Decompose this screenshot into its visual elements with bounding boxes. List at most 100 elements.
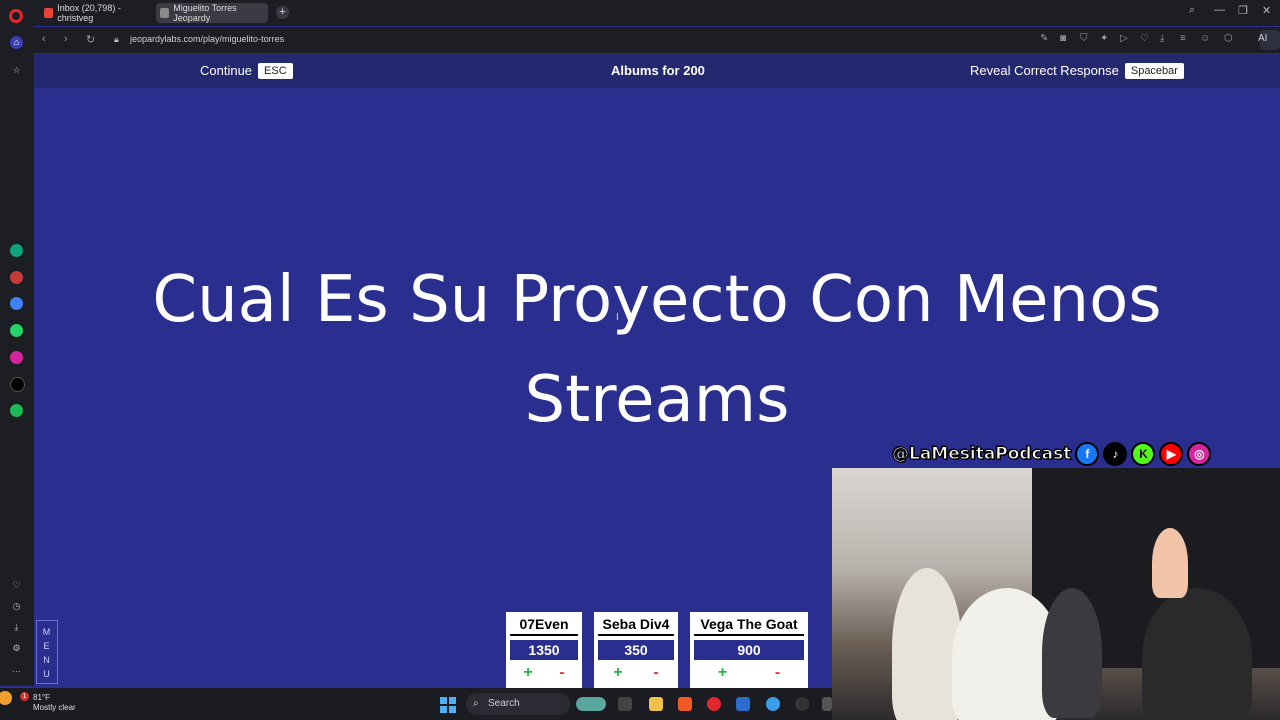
team-score: 900: [694, 640, 804, 660]
team-score-card: Seba Div4 350 + -: [594, 612, 678, 688]
extension-icon[interactable]: ✦: [1100, 33, 1108, 44]
reload-icon[interactable]: ↻: [86, 33, 95, 46]
weather-condition: Mostly clear: [33, 703, 76, 712]
continue-key[interactable]: ESC: [258, 63, 293, 79]
messenger-icon[interactable]: [10, 297, 23, 310]
add-points-button[interactable]: +: [613, 664, 622, 682]
subtract-points-button[interactable]: -: [775, 664, 780, 682]
favorites-icon[interactable]: ♡: [10, 579, 23, 592]
downloads-icon[interactable]: ⤓: [10, 621, 23, 634]
home-icon[interactable]: ⌂: [10, 36, 23, 49]
new-tab-button[interactable]: +: [276, 6, 289, 19]
stream-handle-overlay: @LaMesitaPodcast f ♪ K ▶ ◎: [891, 440, 1212, 468]
more-icon[interactable]: …: [10, 663, 23, 676]
stream-handle: @LaMesitaPodcast: [891, 444, 1072, 465]
play-icon[interactable]: ▷: [1120, 33, 1128, 44]
continue-control[interactable]: Continue ESC: [200, 63, 293, 79]
youtube-icon: ▶: [1159, 442, 1184, 466]
brave-icon[interactable]: [678, 697, 692, 711]
profile-icon[interactable]: ☺: [1200, 33, 1210, 44]
team-name[interactable]: Vega The Goat: [694, 616, 804, 636]
menu-button[interactable]: M E N U: [36, 620, 58, 684]
browser-tab-bar: Inbox (20,798) - christveg Miguelito Tor…: [0, 0, 1280, 26]
instagram-icon: ◎: [1187, 442, 1212, 466]
taskbar-search[interactable]: ⌕ Search: [466, 693, 570, 715]
widget-car-icon[interactable]: [576, 697, 606, 711]
spotify-icon[interactable]: [10, 404, 23, 417]
gmail-icon: [44, 8, 54, 18]
close-icon[interactable]: ✕: [1262, 4, 1271, 17]
question-text: Cual Es Su Proyecto Con Menos Streams: [34, 250, 1280, 450]
url-field[interactable]: jeopardylabs.com/play/miguelito-torres: [130, 34, 284, 44]
minimize-icon[interactable]: —: [1214, 4, 1225, 16]
camera-icon[interactable]: ◙: [1060, 33, 1066, 44]
heart-icon[interactable]: ♡: [1140, 33, 1149, 44]
settings-icon[interactable]: ⚙: [10, 642, 23, 655]
subtract-points-button[interactable]: -: [653, 664, 658, 682]
reveal-key[interactable]: Spacebar: [1124, 63, 1184, 79]
store-icon[interactable]: [736, 697, 750, 711]
cube-icon[interactable]: ⬡: [1224, 33, 1233, 44]
menu-letter: M: [42, 627, 52, 637]
tiktok-sidebar-icon[interactable]: [10, 377, 25, 392]
restore-icon[interactable]: ❐: [1238, 4, 1248, 17]
back-icon[interactable]: ‹: [42, 33, 46, 45]
weather-icon[interactable]: [0, 691, 12, 705]
reveal-label: Reveal Correct Response: [970, 63, 1119, 78]
temperature: 81°F: [33, 693, 50, 702]
team-score: 350: [598, 640, 674, 660]
question-line: Cual Es Su Proyecto Con Menos: [152, 263, 1162, 337]
weather-widget[interactable]: 81°F Mostly clear: [33, 693, 76, 713]
team-score: 1350: [510, 640, 578, 660]
file-explorer-icon[interactable]: [649, 697, 663, 711]
text-cursor-icon: I: [616, 312, 619, 323]
add-points-button[interactable]: +: [718, 664, 727, 682]
question-title: Albums for 200: [611, 63, 705, 78]
windows-taskbar: 1 81°F Mostly clear ⌕ Search: [0, 688, 832, 720]
history-icon[interactable]: ◷: [10, 600, 23, 613]
question-line: Streams: [524, 363, 790, 437]
search-label: Search: [488, 698, 520, 709]
lock-icon[interactable]: 🔒︎: [114, 34, 119, 45]
tab-label: Miguelito Torres Jeopardy: [173, 3, 237, 23]
tab-label: Inbox (20,798) - christveg: [57, 3, 121, 23]
chatgpt-icon[interactable]: [10, 244, 23, 257]
download-icon[interactable]: ⤓: [1160, 33, 1164, 44]
app-icon[interactable]: [766, 697, 780, 711]
continue-label: Continue: [200, 63, 253, 78]
menu-letter: N: [43, 655, 51, 665]
menu-icon[interactable]: ≡: [1180, 33, 1186, 44]
reveal-control[interactable]: Reveal Correct Response Spacebar: [970, 63, 1184, 79]
subtract-points-button[interactable]: -: [559, 664, 564, 682]
opera-logo-icon[interactable]: [9, 9, 23, 23]
search-tabs-icon[interactable]: ⌕: [1189, 4, 1195, 17]
app-icon[interactable]: [822, 697, 832, 711]
browser-sidebar: ⌂ ☆ ♡ ◷ ⤓ ⚙ …: [0, 26, 34, 686]
notification-badge: 1: [20, 692, 29, 701]
star-icon[interactable]: ☆: [10, 64, 23, 77]
team-name[interactable]: Seba Div4: [598, 616, 674, 636]
gmail-sidebar-icon[interactable]: [10, 271, 23, 284]
kick-icon: K: [1131, 442, 1156, 466]
ai-label: AI: [1258, 33, 1268, 44]
whatsapp-icon[interactable]: [10, 324, 23, 337]
add-points-button[interactable]: +: [523, 664, 532, 682]
tab-inbox[interactable]: Inbox (20,798) - christveg: [40, 3, 152, 23]
file-icon[interactable]: [618, 697, 632, 711]
edit-icon[interactable]: ✎: [1040, 33, 1048, 44]
webcam-feed: [832, 468, 1280, 720]
shield-icon[interactable]: ⛉: [1080, 33, 1088, 44]
person-figure: [1142, 588, 1252, 720]
instagram-sidebar-icon[interactable]: [10, 351, 23, 364]
team-name[interactable]: 07Even: [510, 616, 578, 636]
address-bar: ‹ › ↻ 🔒︎ jeopardylabs.com/play/miguelito…: [34, 27, 1280, 53]
jeopardylabs-icon: [160, 8, 170, 18]
tab-jeopardy[interactable]: Miguelito Torres Jeopardy: [156, 3, 268, 23]
forward-icon[interactable]: ›: [64, 33, 68, 45]
search-icon: ⌕: [473, 698, 479, 709]
app-icon[interactable]: [795, 697, 809, 711]
windows-start-icon[interactable]: [440, 697, 456, 713]
tiktok-icon: ♪: [1103, 442, 1128, 466]
opera-taskbar-icon[interactable]: [707, 697, 721, 711]
person-figure: [1042, 588, 1102, 718]
